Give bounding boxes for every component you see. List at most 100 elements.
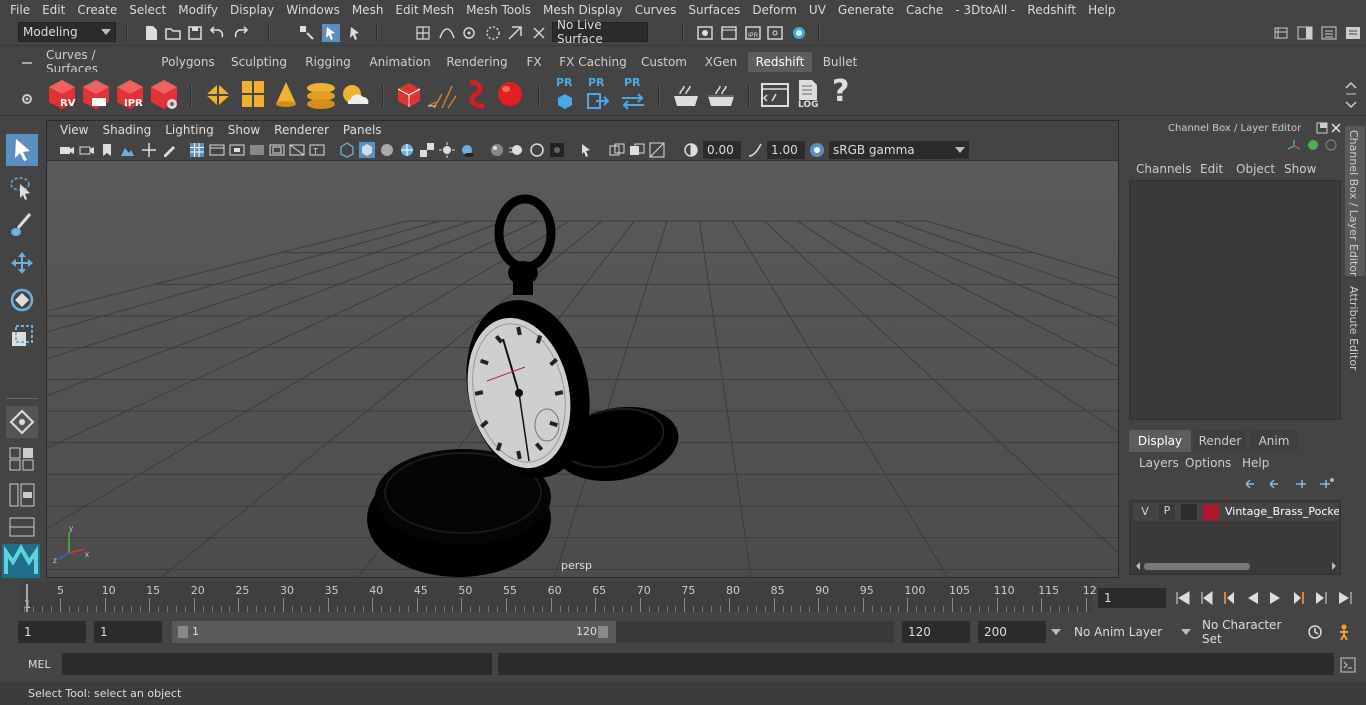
- menu-windows[interactable]: Windows: [280, 3, 346, 17]
- shelf-tab-rigging[interactable]: Rigging: [300, 52, 356, 72]
- channels-edit-menu[interactable]: Edit: [1200, 162, 1223, 176]
- character-set-dropdown[interactable]: No Character Set: [1196, 618, 1296, 646]
- rotate-tool-button[interactable]: [6, 284, 38, 316]
- depth-of-field-icon[interactable]: [549, 142, 565, 158]
- rs-area-light-icon[interactable]: [202, 80, 234, 110]
- pr-proxy-swap-button[interactable]: PR: [618, 76, 648, 112]
- shelf-tab-fx[interactable]: FX: [520, 52, 548, 72]
- speed-icon[interactable]: [1306, 138, 1320, 152]
- range-slider-end-handle[interactable]: [598, 626, 608, 638]
- menu-uv[interactable]: UV: [803, 3, 832, 17]
- grease-pencil-icon[interactable]: [161, 142, 177, 158]
- rs-bake-icon[interactable]: [670, 82, 702, 110]
- bookmark-icon[interactable]: [99, 142, 115, 158]
- shelf-tab-curves-surfaces[interactable]: Curves / Surfaces: [46, 48, 146, 76]
- side-tab-attribute-editor[interactable]: Attribute Editor: [1345, 282, 1365, 374]
- auto-key-icon[interactable]: [1306, 623, 1324, 641]
- rs-volume-icon[interactable]: [462, 78, 492, 110]
- pr-proxy-export-button[interactable]: PR: [552, 76, 578, 112]
- rs-batch-render-button[interactable]: [80, 78, 112, 112]
- command-language-toggle[interactable]: MEL: [28, 658, 51, 671]
- safe-action-icon[interactable]: [289, 142, 305, 158]
- rs-help-button[interactable]: ?: [832, 74, 854, 112]
- layer-color-swatch[interactable]: [1203, 504, 1219, 520]
- camera-icon[interactable]: [59, 142, 75, 158]
- safe-title-icon[interactable]: T: [309, 142, 325, 158]
- timeline-track[interactable]: 1 51015202530354045505560657075808590951…: [20, 582, 1097, 612]
- vp-menu-lighting[interactable]: Lighting: [158, 123, 221, 137]
- menu-create[interactable]: Create: [71, 3, 123, 17]
- script-editor-icon[interactable]: [1340, 657, 1356, 673]
- xray-joints-icon[interactable]: [629, 142, 645, 158]
- channels-show-menu[interactable]: Show: [1284, 162, 1316, 176]
- play-backwards-icon[interactable]: [1244, 589, 1262, 607]
- vp-menu-show[interactable]: Show: [221, 123, 267, 137]
- render-view-icon[interactable]: [696, 24, 714, 42]
- 2d-pan-zoom-icon[interactable]: [141, 142, 157, 158]
- range-slider-start-handle[interactable]: [178, 626, 188, 638]
- rs-sun-sky-icon[interactable]: [338, 82, 372, 110]
- snap-projected-icon[interactable]: [484, 24, 502, 42]
- snap-view-plane-icon[interactable]: [506, 24, 524, 42]
- layer-tab-render[interactable]: Render: [1194, 430, 1246, 452]
- step-back-frame-icon[interactable]: [1198, 589, 1216, 607]
- layer-name[interactable]: Vintage_Brass_Pocket_: [1225, 505, 1339, 518]
- layers-help-menu[interactable]: Help: [1242, 456, 1269, 470]
- go-to-start-icon[interactable]: [1174, 589, 1192, 607]
- image-plane-icon[interactable]: [119, 142, 135, 158]
- isolate-select-icon[interactable]: [579, 142, 595, 158]
- rs-render-settings-button[interactable]: [148, 78, 180, 112]
- menu-select[interactable]: Select: [123, 3, 172, 17]
- xray-icon[interactable]: [609, 142, 625, 158]
- menu-help[interactable]: Help: [1082, 3, 1121, 17]
- resolution-gate-icon[interactable]: [229, 142, 245, 158]
- playback-end-field[interactable]: 120: [902, 621, 970, 643]
- select-by-component-icon[interactable]: [346, 24, 364, 42]
- layer-playback-toggle[interactable]: P: [1159, 504, 1175, 520]
- new-scene-icon[interactable]: [142, 24, 160, 42]
- scale-tool-button[interactable]: [6, 320, 38, 352]
- default-material-icon[interactable]: [379, 142, 395, 158]
- gate-mask-icon[interactable]: [249, 142, 265, 158]
- shelf-tab-sculpting[interactable]: Sculpting: [228, 52, 290, 72]
- screen-space-ao-icon[interactable]: [489, 142, 505, 158]
- rs-render-view-button[interactable]: RV: [46, 78, 78, 112]
- shelf-tab-rendering[interactable]: Rendering: [444, 52, 510, 72]
- chevron-down-icon[interactable]: [1050, 626, 1062, 638]
- anti-aliasing-icon[interactable]: [529, 142, 545, 158]
- workspace-icon[interactable]: [1272, 24, 1290, 42]
- animation-end-field[interactable]: 200: [978, 621, 1046, 643]
- lasso-tool-button[interactable]: [6, 172, 38, 204]
- rs-sphere-icon[interactable]: [494, 78, 526, 110]
- rs-ipr-button[interactable]: IPR: [114, 78, 146, 112]
- hyper-icon[interactable]: [1324, 138, 1338, 152]
- viewport-canvas[interactable]: y x z persp: [47, 161, 1118, 577]
- command-input[interactable]: [62, 653, 492, 675]
- channels-menu[interactable]: Channels: [1136, 162, 1192, 176]
- channel-box-list[interactable]: [1129, 180, 1341, 420]
- smooth-shade-icon[interactable]: [359, 142, 375, 158]
- go-to-end-icon[interactable]: [1336, 589, 1354, 607]
- rs-script-editor-icon[interactable]: [760, 80, 790, 110]
- shelf-scroll-icon[interactable]: [1344, 80, 1358, 110]
- layer-visibility-toggle[interactable]: V: [1137, 505, 1153, 518]
- menu-mesh-display[interactable]: Mesh Display: [537, 3, 629, 17]
- menu-mesh[interactable]: Mesh: [346, 3, 390, 17]
- ipr-render-icon[interactable]: IPR: [744, 24, 762, 42]
- select-tool-button[interactable]: [6, 134, 38, 166]
- xray-components-icon[interactable]: [649, 142, 665, 158]
- step-back-key-icon[interactable]: [1220, 589, 1238, 607]
- move-tool-button[interactable]: [6, 248, 38, 280]
- shelf-tab-polygons[interactable]: Polygons: [156, 52, 220, 72]
- film-gate-icon[interactable]: [209, 142, 225, 158]
- layer-display-type[interactable]: [1181, 504, 1197, 520]
- menu-cache[interactable]: Cache: [900, 3, 949, 17]
- shelf-tab-xgen[interactable]: XGen: [698, 52, 744, 72]
- layer-row[interactable]: V P Vintage_Brass_Pocket_: [1133, 503, 1339, 521]
- rs-hair-icon[interactable]: [426, 82, 460, 110]
- last-tool-button[interactable]: [6, 406, 38, 438]
- pr-proxy-import-button[interactable]: PR: [584, 76, 612, 112]
- snap-grid-icon[interactable]: [414, 24, 432, 42]
- layer-tab-anim[interactable]: Anim: [1250, 430, 1298, 452]
- gamma-icon[interactable]: [747, 142, 763, 158]
